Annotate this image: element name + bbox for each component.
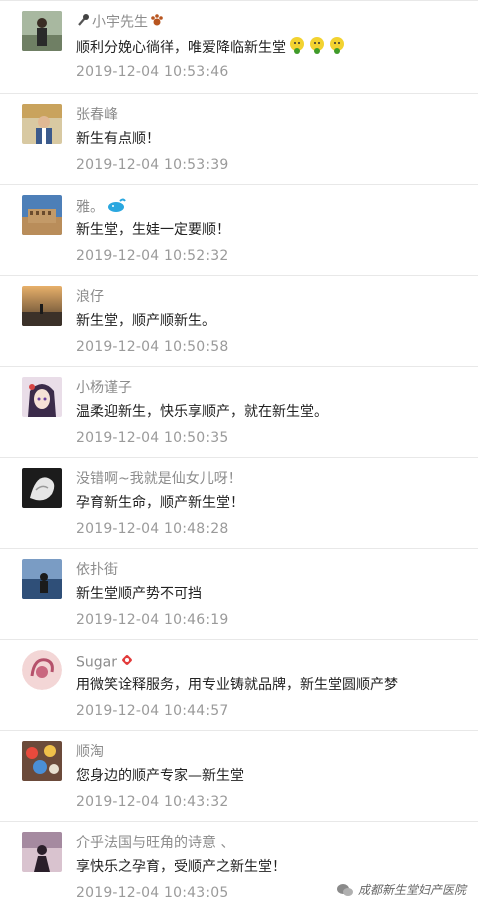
avatar[interactable] (22, 468, 62, 508)
comment-item: 没错啊~我就是仙女儿呀！ 孕育新生命，顺产新生堂！ 2019-12-04 10:… (0, 458, 478, 549)
comment-time: 2019-12-04 10:50:35 (76, 430, 229, 446)
avatar[interactable] (22, 741, 62, 781)
comment-list: 小宇先生 顺利分娩心徜徉，唯爱降临新生堂 2019-12-04 10:53:46… (0, 0, 478, 910)
comment-time: 2019-12-04 10:43:05 (76, 885, 229, 901)
watermark-text: 成都新生堂妇产医院 (357, 883, 466, 897)
avatar-image (22, 286, 62, 326)
comment-item: 张春峰 新生有点顺！ 2019-12-04 10:53:39 (0, 94, 478, 185)
avatar[interactable] (22, 11, 62, 51)
comment-item: 浪仔 新生堂，顺产顺新生。 2019-12-04 10:50:58 (0, 276, 478, 367)
chick-emoji-icon (288, 36, 306, 60)
comment-author: 张春峰 (76, 107, 118, 123)
comment-author: 依扑街 (76, 562, 118, 578)
comment-item: 小宇先生 顺利分娩心徜徉，唯爱降临新生堂 2019-12-04 10:53:46 (0, 0, 478, 94)
avatar-image (22, 468, 62, 508)
comment-time: 2019-12-04 10:50:58 (76, 339, 229, 355)
wechat-icon (336, 883, 353, 896)
avatar[interactable] (22, 832, 62, 872)
author-name: 雅。 (76, 199, 104, 216)
comment-message: 您身边的顺产专家—新生堂 (76, 768, 244, 784)
comment-author: 顺淘 (76, 744, 104, 760)
avatar[interactable] (22, 559, 62, 599)
avatar-image (22, 377, 62, 417)
comment-time: 2019-12-04 10:43:32 (76, 794, 229, 810)
avatar[interactable] (22, 104, 62, 144)
comment-message: 顺利分娩心徜徉，唯爱降临新生堂 (76, 36, 346, 60)
chick-emoji-icon (308, 36, 326, 60)
paw-icon (150, 13, 164, 32)
comment-author: 介乎法国与旺角的诗意 、 (76, 835, 235, 851)
avatar-image (22, 559, 62, 599)
comment-time: 2019-12-04 10:53:46 (76, 64, 229, 80)
comment-item: 雅。 新生堂，生娃一定要顺！ 2019-12-04 10:52:32 (0, 185, 478, 276)
microphone-icon (76, 13, 90, 32)
avatar-image (22, 650, 62, 690)
message-text: 顺利分娩心徜徉，唯爱降临新生堂 (76, 40, 286, 56)
comment-message: 温柔迎新生，快乐享顺产，就在新生堂。 (76, 404, 328, 420)
comment-time: 2019-12-04 10:46:19 (76, 612, 229, 628)
whale-icon (106, 197, 126, 218)
source-watermark: 成都新生堂妇产医院 (336, 881, 466, 898)
comment-author: 没错啊~我就是仙女儿呀！ (76, 471, 242, 487)
comment-message: 新生堂顺产势不可挡 (76, 586, 202, 602)
comment-time: 2019-12-04 10:52:32 (76, 248, 229, 264)
avatar[interactable] (22, 650, 62, 690)
avatar-image (22, 741, 62, 781)
comment-item: 依扑街 新生堂顺产势不可挡 2019-12-04 10:46:19 (0, 549, 478, 640)
comment-message: 新生堂，生娃一定要顺！ (76, 222, 230, 238)
comment-author: 雅。 (76, 197, 126, 218)
avatar[interactable] (22, 195, 62, 235)
avatar-image (22, 104, 62, 144)
comment-author: 小杨谨子 (76, 380, 132, 396)
chick-emoji-icon (328, 36, 346, 60)
comment-author: 浪仔 (76, 289, 104, 305)
comment-message: 享快乐之孕育，受顺产之新生堂！ (76, 859, 286, 875)
avatar[interactable] (22, 377, 62, 417)
avatar-image (22, 195, 62, 235)
comment-time: 2019-12-04 10:48:28 (76, 521, 229, 537)
candy-icon (119, 652, 135, 673)
avatar-image (22, 832, 62, 872)
comment-item: 顺淘 您身边的顺产专家—新生堂 2019-12-04 10:43:32 (0, 731, 478, 822)
comment-item: Sugar 用微笑诠释服务，用专业铸就品牌，新生堂圆顺产梦 2019-12-04… (0, 640, 478, 731)
comment-item: 小杨谨子 温柔迎新生，快乐享顺产，就在新生堂。 2019-12-04 10:50… (0, 367, 478, 458)
comment-author: 小宇先生 (76, 13, 164, 32)
comment-message: 用微笑诠释服务，用专业铸就品牌，新生堂圆顺产梦 (76, 677, 398, 693)
comment-author: Sugar (76, 652, 135, 673)
comment-message: 孕育新生命，顺产新生堂！ (76, 495, 244, 511)
comment-message: 新生堂，顺产顺新生。 (76, 313, 216, 329)
author-name: 小宇先生 (92, 14, 148, 31)
comment-message: 新生有点顺！ (76, 131, 160, 147)
comment-time: 2019-12-04 10:44:57 (76, 703, 229, 719)
author-name: Sugar (76, 654, 117, 671)
comment-time: 2019-12-04 10:53:39 (76, 157, 229, 173)
avatar-image (22, 11, 62, 51)
avatar[interactable] (22, 286, 62, 326)
